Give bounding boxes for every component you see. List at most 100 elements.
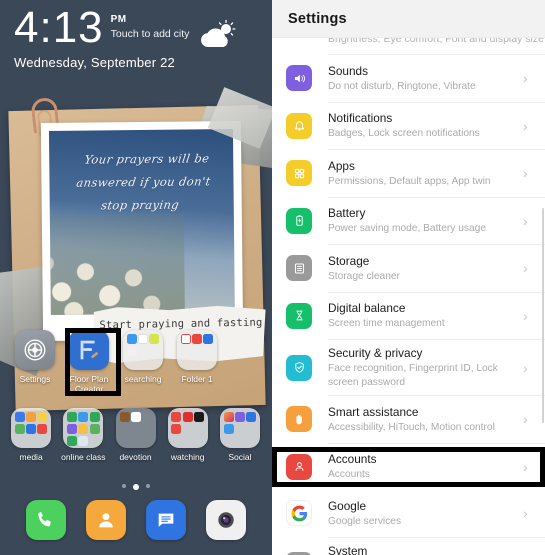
mini-icon (246, 412, 257, 423)
settings-row-subtitle: Accounts (328, 469, 370, 480)
settings-row-apps[interactable]: Apps Permissions, Default apps, App twin… (272, 150, 545, 197)
dock[interactable] (0, 500, 272, 540)
settings-row-notifications[interactable]: Notifications Badges, Lock screen notifi… (272, 102, 545, 149)
page-dot[interactable] (122, 484, 126, 488)
mini-icon (66, 424, 77, 435)
folder-icon[interactable] (123, 330, 163, 370)
app-label: Folder 1 (181, 374, 213, 384)
mini-icon (194, 412, 205, 423)
chevron-right-icon: › (523, 505, 528, 522)
folder-icon[interactable] (11, 408, 52, 448)
app-label: Social (228, 452, 252, 462)
settings-gear-icon[interactable] (15, 330, 55, 370)
chevron-right-icon: › (523, 212, 528, 229)
mini-icon (171, 424, 182, 435)
settings-row-text: Accounts Accounts (328, 452, 517, 482)
settings-row-google[interactable]: Google Google services › (272, 490, 545, 537)
mini-icon (89, 412, 100, 423)
mini-icon (234, 412, 245, 423)
settings-row-text: Security & privacy Face recognition, Fin… (328, 346, 517, 389)
mini-icon (182, 412, 193, 423)
page-title: Settings (288, 10, 347, 27)
google-icon (286, 500, 312, 527)
chevron-right-icon: › (523, 260, 528, 277)
settings-row-subtitle: Power saving mode, Battery usage (328, 223, 486, 234)
shield-icon (286, 354, 312, 381)
settings-row-smart-assistance[interactable]: Smart assistance Accessibility, HiTouch,… (272, 396, 545, 443)
page-dot[interactable] (146, 484, 150, 488)
clock-ampm: PM (110, 14, 127, 25)
settings-row-storage[interactable]: Storage Storage cleaner › (272, 245, 545, 292)
home-screen[interactable]: Your prayers will be answered if you don… (0, 0, 272, 555)
folder-devotion[interactable]: devotion (110, 408, 161, 462)
app-row-2[interactable]: media online class devotion watching Soc… (0, 408, 272, 462)
floor-plan-icon[interactable] (69, 330, 109, 370)
settings-panel[interactable]: Settings Brightness, Eye comfort, Font a… (272, 0, 545, 555)
mini-icon (138, 334, 148, 345)
settings-row-text: Smart assistance Accessibility, HiTouch,… (328, 405, 517, 435)
chevron-right-icon: › (523, 307, 528, 324)
settings-row-subtitle: Face recognition, Fingerprint ID, Lock s… (328, 363, 498, 388)
settings-row-system[interactable]: System System navigation, Software updat… (272, 537, 545, 555)
mini-icon (14, 424, 25, 435)
mini-icon (223, 412, 234, 423)
app-settings[interactable]: Settings (9, 328, 121, 396)
clock-widget[interactable]: 4:13 PM Touch to add city Wednesday, Sep… (0, 0, 272, 96)
settings-list[interactable]: Brightness, Eye comfort, Font and displa… (272, 38, 545, 555)
app-grid[interactable]: Settings Floor Plan Creator searching Fo… (0, 328, 272, 462)
clock-row[interactable]: 4:13 PM Touch to add city (14, 6, 189, 50)
phone-icon[interactable] (26, 500, 66, 540)
folder-social[interactable]: Social (214, 408, 265, 462)
storage-icon (286, 255, 312, 282)
settings-row-accounts[interactable]: Accounts Accounts › (272, 443, 545, 490)
camera-icon[interactable] (206, 500, 246, 540)
app-row-1[interactable]: Settings Floor Plan Creator searching Fo… (0, 328, 272, 396)
folder-icon[interactable] (115, 408, 156, 448)
folder-watching[interactable]: watching (162, 408, 213, 462)
settings-row-subtitle: Badges, Lock screen notifications (328, 128, 480, 139)
settings-row-security-privacy[interactable]: Security & privacy Face recognition, Fin… (272, 340, 545, 395)
hand-icon (286, 406, 312, 433)
contacts-icon[interactable] (86, 500, 126, 540)
page-indicator[interactable] (0, 484, 272, 490)
partly-cloudy-icon[interactable] (196, 19, 238, 53)
settings-row-display-partial[interactable]: Brightness, Eye comfort, Font and displa… (272, 38, 545, 54)
settings-row-battery[interactable]: Battery Power saving mode, Battery usage… (272, 197, 545, 244)
settings-row-subtitle: Google services (328, 515, 402, 527)
settings-row-title: Battery (328, 206, 366, 220)
mini-icon (149, 334, 160, 345)
app-label: searching (124, 374, 162, 384)
folder-media[interactable]: media (6, 408, 57, 462)
settings-row-title: Sounds (328, 63, 369, 78)
mini-icon (180, 334, 191, 345)
page-dot-active[interactable] (133, 484, 139, 490)
folder-searching[interactable]: searching (117, 330, 170, 394)
folder-folder-1[interactable]: Folder 1 (171, 330, 224, 394)
folder-icon[interactable] (63, 408, 104, 448)
settings-row-title: Smart assistance (328, 404, 419, 419)
app-floor-plan-creator[interactable]: Floor Plan Creator (63, 330, 116, 394)
add-city-hint[interactable]: Touch to add city (111, 27, 190, 41)
scrollbar[interactable] (542, 208, 544, 423)
bell-icon (286, 112, 312, 139)
folder-icon[interactable] (167, 408, 208, 448)
folder-icon[interactable] (219, 408, 260, 448)
mini-icon (26, 412, 37, 423)
settings-row-text: Apps Permissions, Default apps, App twin (328, 159, 517, 189)
settings-row-text: Storage Storage cleaner (328, 254, 517, 284)
mini-icon (203, 334, 214, 345)
mini-icon (78, 436, 89, 447)
sound-icon (286, 65, 312, 92)
folder-icon[interactable] (177, 330, 217, 370)
folder-online-class[interactable]: online class (58, 408, 109, 462)
settings-row-sounds[interactable]: Sounds Do not disturb, Ringtone, Vibrate… (272, 55, 545, 102)
settings-row-text: Notifications Badges, Lock screen notifi… (328, 111, 517, 141)
settings-row-title: Google (328, 498, 367, 513)
settings-row-subtitle: Do not disturb, Ringtone, Vibrate (328, 80, 476, 92)
chevron-right-icon: › (523, 359, 528, 376)
settings-row-title: Apps (328, 158, 355, 173)
mini-icon (66, 436, 77, 447)
settings-row-digital-balance[interactable]: Digital balance Screen time management › (272, 292, 545, 339)
settings-row-subtitle: Brightness, Eye comfort, Font and displa… (328, 38, 544, 45)
messages-icon[interactable] (146, 500, 186, 540)
